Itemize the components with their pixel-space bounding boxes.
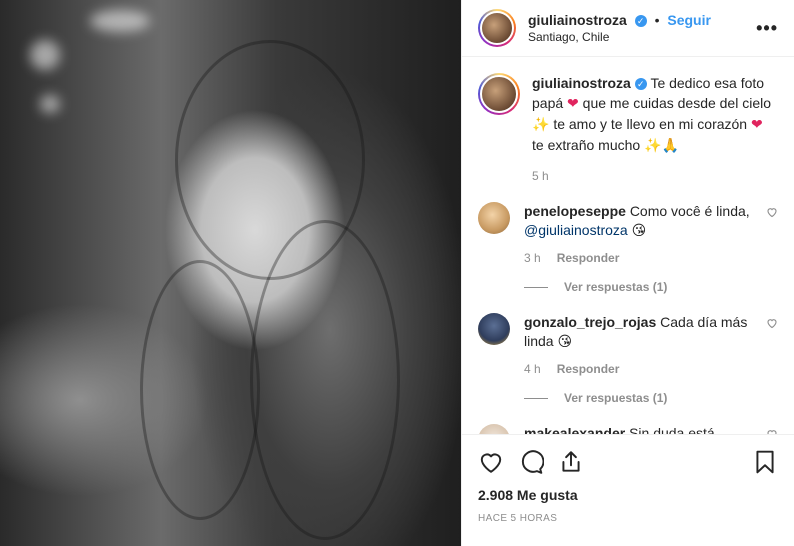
caption-username[interactable]: giuliainostroza	[532, 75, 631, 91]
angel-pray-emoji: ✨🙏	[644, 137, 679, 154]
share-icon[interactable]	[558, 449, 584, 475]
comment-meta: 4 h Responder	[524, 360, 750, 379]
comment-body: makealexander Sin duda está	[524, 424, 750, 434]
comments-section[interactable]: giuliainostroza ✓ Te dedico esa foto papá…	[462, 57, 794, 434]
comment-like-heart-icon[interactable]	[766, 317, 778, 329]
post-caption: giuliainostroza ✓ Te dedico esa foto papá…	[478, 72, 778, 186]
comment-item: penelopeseppe Como você é linda, @giulia…	[478, 201, 778, 297]
caption-body: giuliainostroza ✓ Te dedico esa foto papá…	[532, 73, 778, 186]
caption-text: te amo y te llevo en mi corazón	[553, 115, 748, 132]
hair-shape	[250, 220, 400, 540]
post-actions: 2.908 Me gusta HACE 5 HORAS	[462, 434, 794, 546]
post-sidebar: giuliainostroza ✓ • Seguir Santiago, Chi…	[461, 0, 794, 546]
more-options-icon[interactable]: •••	[756, 18, 778, 39]
comment-time[interactable]: 4 h	[524, 360, 541, 379]
comment-username[interactable]: makealexander	[524, 425, 625, 434]
comment-item: makealexander Sin duda está	[478, 423, 778, 434]
post-timestamp[interactable]: HACE 5 HORAS	[478, 513, 778, 524]
bookmark-icon[interactable]	[752, 449, 778, 475]
angel-emoji: ✨	[532, 116, 550, 133]
author-username[interactable]: giuliainostroza	[528, 12, 627, 28]
commenter-avatar[interactable]	[478, 201, 510, 234]
bokeh-light	[90, 10, 150, 32]
post-photo[interactable]	[0, 0, 461, 546]
post-header: giuliainostroza ✓ • Seguir Santiago, Chi…	[462, 0, 794, 57]
view-replies-label: Ver respuestas (1)	[564, 279, 668, 294]
comment-like-heart-icon[interactable]	[766, 206, 778, 218]
bokeh-light	[40, 95, 60, 113]
caption-text: te extraño mucho	[532, 136, 641, 153]
separator-dot: •	[654, 11, 660, 28]
caption-time[interactable]: 5 h	[532, 166, 778, 186]
comment-icon[interactable]	[518, 449, 544, 475]
comment-text: Como você é linda,	[629, 202, 750, 219]
action-icons	[478, 447, 778, 477]
post-location[interactable]: Santiago, Chile	[528, 30, 711, 44]
instagram-post: giuliainostroza ✓ • Seguir Santiago, Chi…	[0, 0, 794, 546]
commenter-avatar[interactable]	[478, 423, 510, 434]
replies-divider	[524, 286, 548, 288]
caption-avatar[interactable]	[478, 72, 520, 115]
red-heart-emoji: ❤	[567, 95, 579, 112]
kiss-emoji: 😘	[631, 222, 647, 239]
comment-username[interactable]: gonzalo_trejo_rojas	[524, 314, 656, 330]
view-replies-button[interactable]: Ver respuestas (1)	[524, 389, 750, 408]
commenter-avatar[interactable]	[478, 312, 510, 345]
comment-item: gonzalo_trejo_rojas Cada día más linda 😘…	[478, 312, 778, 408]
comment-text: Sin duda está	[629, 424, 715, 434]
author-avatar[interactable]	[478, 8, 516, 47]
caption-text: que me cuidas desde del cielo	[582, 94, 772, 111]
heart-icon[interactable]	[478, 449, 504, 475]
reply-button[interactable]: Responder	[557, 360, 620, 379]
kiss-emoji: 😘	[557, 333, 573, 350]
comment-time[interactable]: 3 h	[524, 249, 541, 268]
bokeh-light	[30, 40, 60, 70]
replies-divider	[524, 397, 548, 399]
follow-button[interactable]: Seguir	[667, 12, 711, 28]
author-info: giuliainostroza ✓ • Seguir Santiago, Chi…	[528, 12, 711, 44]
verified-badge-icon: ✓	[634, 77, 647, 90]
red-heart-emoji: ❤	[750, 116, 763, 133]
comment-meta: 3 h Responder	[524, 249, 750, 268]
hair-shape	[140, 260, 260, 520]
verified-badge-icon: ✓	[634, 15, 647, 28]
comment-mention[interactable]: @giuliainostroza	[524, 222, 628, 238]
view-replies-button[interactable]: Ver respuestas (1)	[524, 278, 750, 297]
comment-body: penelopeseppe Como você é linda, @giulia…	[524, 202, 750, 297]
view-replies-label: Ver respuestas (1)	[564, 390, 668, 405]
reply-button[interactable]: Responder	[557, 249, 620, 268]
comment-username[interactable]: penelopeseppe	[524, 203, 626, 219]
likes-count[interactable]: 2.908 Me gusta	[478, 487, 778, 503]
comment-body: gonzalo_trejo_rojas Cada día más linda 😘…	[524, 313, 750, 408]
comment-like-heart-icon[interactable]	[766, 428, 778, 434]
